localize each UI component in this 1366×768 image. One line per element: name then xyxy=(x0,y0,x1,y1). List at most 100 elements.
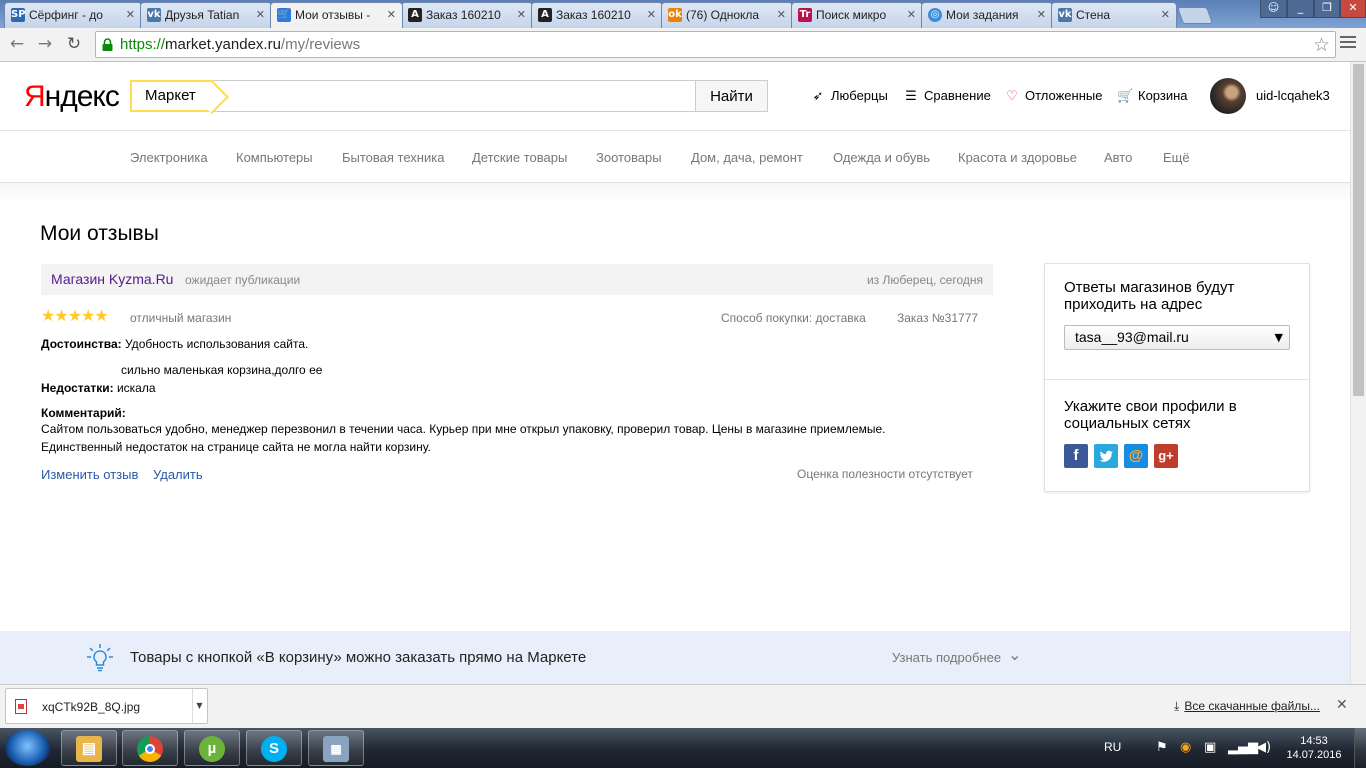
rating-text: отличный магазин xyxy=(130,311,232,325)
maximize-icon[interactable]: ❐ xyxy=(1314,0,1340,18)
category-home[interactable]: Дом, дача, ремонт xyxy=(691,150,803,165)
tab-my-reviews[interactable]: 🛒 Мои отзывы - ✕ xyxy=(270,2,403,28)
comment-line1: Сайтом пользоваться удобно, менеджер пер… xyxy=(41,422,886,436)
yandex-logo[interactable]: Яндекс xyxy=(24,80,120,114)
skype-taskbar-button[interactable]: S xyxy=(246,730,302,766)
chrome-taskbar-button[interactable] xyxy=(122,730,178,766)
minimize-icon[interactable]: _ xyxy=(1287,0,1314,18)
cons-text-line1: сильно маленькая корзина,долго ее xyxy=(121,363,323,377)
close-tab-icon[interactable]: ✕ xyxy=(1161,9,1170,21)
show-desktop-button[interactable] xyxy=(1354,728,1366,768)
chrome-icon xyxy=(137,736,163,762)
user-login[interactable]: uid-lcqahek3 xyxy=(1256,88,1330,103)
language-indicator[interactable]: RU xyxy=(1104,740,1121,754)
category-auto[interactable]: Авто xyxy=(1104,150,1132,165)
ok-favicon-icon: ok xyxy=(668,8,682,22)
system-clock[interactable]: 14:53 14.07.2016 xyxy=(1285,734,1343,762)
cart-link[interactable]: 🛒 Корзина xyxy=(1117,88,1188,104)
new-tab-button[interactable] xyxy=(1176,7,1214,24)
start-button[interactable] xyxy=(5,730,50,766)
browser-menu-icon[interactable] xyxy=(1340,36,1356,52)
email-select[interactable]: tasa__93@mail.ru ▼ xyxy=(1064,325,1290,350)
edit-review-link[interactable]: Изменить отзыв xyxy=(41,467,138,482)
category-nav: Электроника Компьютеры Бытовая техника Д… xyxy=(0,131,1350,183)
sidebar-divider xyxy=(1045,379,1309,380)
tab-search[interactable]: Tr Поиск микро ✕ xyxy=(791,2,923,28)
scrollbar-thumb[interactable] xyxy=(1353,64,1364,396)
close-tab-icon[interactable]: ✕ xyxy=(1037,9,1046,21)
volume-icon[interactable]: ◀) xyxy=(1256,740,1271,755)
forward-arrow-icon[interactable]: → xyxy=(34,33,56,55)
category-pets[interactable]: Зоотовары xyxy=(596,150,662,165)
all-downloads-link[interactable]: ⤓ Все скачанные файлы... xyxy=(1174,699,1320,714)
download-menu-arrow-icon[interactable]: ▼ xyxy=(192,689,206,723)
find-button[interactable]: Найти xyxy=(695,80,768,112)
user-icon[interactable]: ☺ xyxy=(1260,0,1287,18)
category-beauty[interactable]: Красота и здоровье xyxy=(958,150,1077,165)
close-tab-icon[interactable]: ✕ xyxy=(387,9,396,21)
download-item[interactable]: xqCTk92B_8Q.jpg ▼ xyxy=(5,688,208,724)
deferred-link[interactable]: ♡ Отложенные xyxy=(1004,88,1102,104)
tab-title: Заказ 160210 xyxy=(556,8,631,22)
shop-link[interactable]: Магазин Kyzma.Ru xyxy=(51,271,173,287)
clipboard-tray-icon[interactable]: ▣ xyxy=(1204,740,1216,755)
close-tab-icon[interactable]: ✕ xyxy=(907,9,916,21)
windows-taskbar: ▤ µ S ▦ RU ⚑ ◉ ▣ ▂▄▆ ◀) 14:53 14.07.2016 xyxy=(0,728,1366,768)
vk-favicon-icon: vk xyxy=(147,8,161,22)
category-kids[interactable]: Детские товары xyxy=(472,150,567,165)
clock-time: 14:53 xyxy=(1300,735,1328,747)
cons-label: Недостатки: xyxy=(41,381,114,395)
chevron-down-icon[interactable]: ⌄ xyxy=(1008,645,1021,664)
category-more[interactable]: Ещё xyxy=(1163,150,1190,165)
tab-order-1[interactable]: A Заказ 160210 ✕ xyxy=(401,2,533,28)
heart-icon: ♡ xyxy=(1006,89,1018,104)
cart-icon: 🛒 xyxy=(1117,89,1134,104)
tab-friends[interactable]: vk Друзья Tatian ✕ xyxy=(140,2,272,28)
target-favicon-icon: ◎ xyxy=(928,8,942,22)
close-window-icon[interactable]: ✕ xyxy=(1340,0,1366,18)
search-service-tag[interactable]: Маркет xyxy=(130,80,212,112)
odnoklassniki-tray-icon[interactable]: ◉ xyxy=(1180,740,1191,755)
reload-icon[interactable]: ↻ xyxy=(63,33,85,55)
signal-bars-icon[interactable]: ▂▄▆ xyxy=(1228,740,1258,755)
close-tab-icon[interactable]: ✕ xyxy=(126,9,135,21)
category-appliances[interactable]: Бытовая техника xyxy=(342,150,444,165)
mailru-icon[interactable]: @ xyxy=(1124,444,1148,468)
page-scrollbar[interactable] xyxy=(1350,62,1366,684)
learn-more-link[interactable]: Узнать подробнее xyxy=(892,650,1001,665)
close-tab-icon[interactable]: ✕ xyxy=(777,9,786,21)
browser-toolbar: ← → ↻ https://market.yandex.ru/my/review… xyxy=(0,28,1366,62)
tab-order-2[interactable]: A Заказ 160210 ✕ xyxy=(531,2,663,28)
tab-surfing[interactable]: SP Сёрфинг - до ✕ xyxy=(4,2,142,28)
twitter-icon[interactable] xyxy=(1094,444,1118,468)
region-link[interactable]: ➶ Люберцы xyxy=(810,88,888,104)
close-tab-icon[interactable]: ✕ xyxy=(517,9,526,21)
compare-link[interactable]: ☰ Сравнение xyxy=(903,88,991,104)
explorer-taskbar-button[interactable]: ▤ xyxy=(61,730,117,766)
social-title: Укажите свои профили в социальных сетях xyxy=(1064,398,1237,432)
avatar[interactable] xyxy=(1210,78,1246,114)
tab-wall[interactable]: vk Стена ✕ xyxy=(1051,2,1177,28)
calculator-taskbar-button[interactable]: ▦ xyxy=(308,730,364,766)
google-plus-icon[interactable]: g+ xyxy=(1154,444,1178,468)
tab-odnoklassniki[interactable]: ok (76) Однокла ✕ xyxy=(661,2,793,28)
close-tab-icon[interactable]: ✕ xyxy=(647,9,656,21)
utorrent-taskbar-button[interactable]: µ xyxy=(184,730,240,766)
cons-text: искала xyxy=(116,381,156,395)
category-electronics[interactable]: Электроника xyxy=(130,150,208,165)
bookmark-star-icon[interactable]: ☆ xyxy=(1313,34,1330,56)
network-warning-icon[interactable]: ⚑ xyxy=(1156,740,1168,755)
category-computers[interactable]: Компьютеры xyxy=(236,150,313,165)
delete-review-link[interactable]: Удалить xyxy=(153,467,203,482)
category-clothes[interactable]: Одежда и обувь xyxy=(833,150,930,165)
close-tab-icon[interactable]: ✕ xyxy=(256,9,265,21)
search-input[interactable] xyxy=(226,84,686,108)
tab-my-tasks[interactable]: ◎ Мои задания ✕ xyxy=(921,2,1053,28)
close-download-bar-icon[interactable]: ✕ xyxy=(1336,697,1348,713)
review-header: Магазин Kyzma.Ru ожидает публикации из Л… xyxy=(41,264,993,295)
facebook-icon[interactable]: f xyxy=(1064,444,1088,468)
section-shade xyxy=(0,183,1350,203)
address-bar[interactable]: https://market.yandex.ru/my/reviews ☆ xyxy=(95,31,1336,58)
download-icon: ⤓ xyxy=(1174,699,1180,713)
back-arrow-icon[interactable]: ← xyxy=(6,33,28,55)
